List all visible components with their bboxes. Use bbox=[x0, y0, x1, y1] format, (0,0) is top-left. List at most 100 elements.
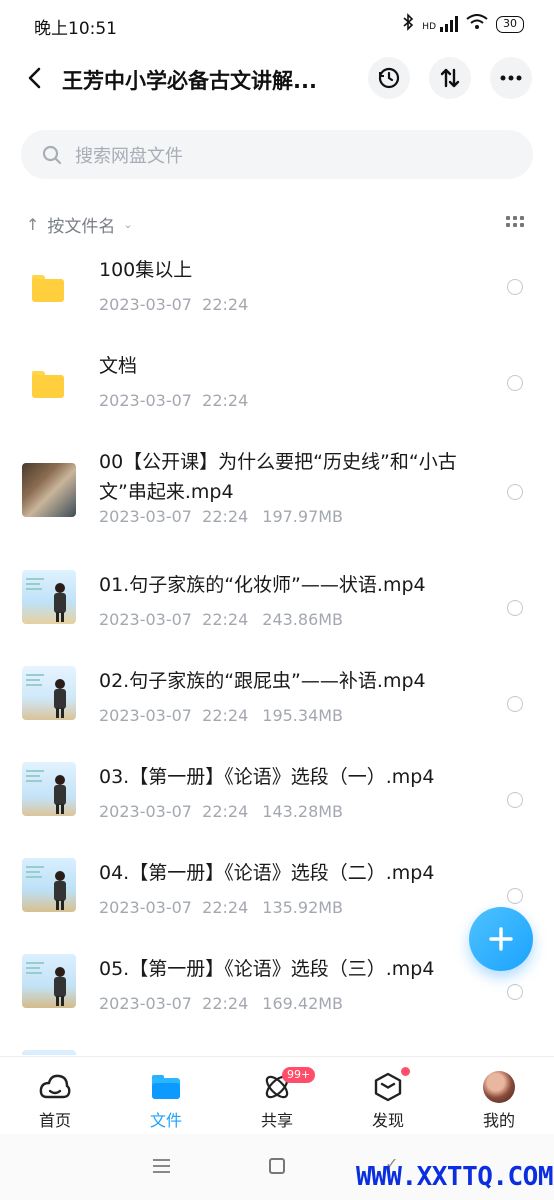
search-icon bbox=[41, 144, 63, 166]
header: 王芳中小学必备古文讲解... bbox=[0, 50, 554, 110]
file-meta: 2023-03-07 22:24 243.86MB bbox=[99, 610, 343, 629]
select-radio[interactable] bbox=[507, 279, 523, 295]
history-icon bbox=[378, 67, 400, 89]
atom-share-icon: 99+ bbox=[232, 1067, 322, 1103]
file-name: 文档 bbox=[99, 355, 138, 377]
search-input[interactable]: 搜索网盘文件 bbox=[21, 130, 533, 179]
tab-home-label: 首页 bbox=[38, 1111, 71, 1130]
sort-by-name-button[interactable]: 按文件名 bbox=[47, 212, 115, 237]
search-placeholder: 搜索网盘文件 bbox=[75, 145, 183, 167]
cloud-home-icon bbox=[10, 1071, 100, 1103]
tab-me-label: 我的 bbox=[482, 1111, 515, 1130]
file-meta: 2023-03-07 22:24 195.34MB bbox=[99, 706, 343, 725]
signal-icon: HD bbox=[422, 16, 458, 32]
file-row[interactable]: 05.【第一册】《论语》选段（三）.mp4 2023-03-07 22:24 169… bbox=[0, 946, 554, 1042]
menu-icon[interactable] bbox=[153, 1159, 170, 1177]
file-meta: 2023-03-07 22:24 169.42MB bbox=[99, 994, 343, 1013]
file-meta: 2023-03-07 22:24 135.92MB bbox=[99, 898, 343, 917]
battery-icon: 30 bbox=[496, 15, 524, 33]
tab-discover[interactable]: 发现 bbox=[343, 1067, 433, 1131]
back-button[interactable] bbox=[20, 64, 48, 92]
file-name: 02.句子家族的“跟屁虫”——补语.mp4 bbox=[99, 670, 426, 692]
avatar bbox=[483, 1071, 515, 1103]
more-button[interactable] bbox=[490, 57, 532, 99]
file-meta: 2023-03-07 22:24 197.97MB bbox=[99, 507, 343, 526]
video-thumbnail bbox=[22, 954, 76, 1008]
select-radio[interactable] bbox=[507, 375, 523, 391]
file-row[interactable]: 00【公开课】为什么要把“历史线”和“小古文”串起来.mp4 2023-03-07… bbox=[0, 437, 554, 562]
file-date: 2023-03-07 22:24 bbox=[99, 802, 249, 821]
file-meta: 2023-03-07 22:24 bbox=[99, 391, 248, 410]
bluetooth-icon bbox=[402, 13, 414, 35]
folder-icon bbox=[32, 371, 64, 398]
file-name: 100集以上 bbox=[99, 259, 193, 281]
select-radio[interactable] bbox=[507, 792, 523, 808]
add-button[interactable] bbox=[469, 907, 533, 971]
file-name: 04.【第一册】《论语》选段（二）.mp4 bbox=[99, 862, 435, 884]
tab-share[interactable]: 99+ 共享 bbox=[232, 1067, 322, 1131]
file-row[interactable]: 06.【第一册】《论语》选段（四）.mp4 bbox=[0, 1042, 554, 1055]
file-date: 2023-03-07 22:24 bbox=[99, 610, 249, 629]
file-name: 01.句子家族的“化妆师”——状语.mp4 bbox=[99, 574, 426, 596]
tab-files-label: 文件 bbox=[149, 1111, 182, 1130]
file-date: 2023-03-07 22:24 bbox=[99, 391, 249, 410]
signal-hd-label: HD bbox=[422, 22, 436, 32]
video-thumbnail bbox=[22, 666, 76, 720]
status-icons: HD 30 bbox=[402, 13, 524, 35]
select-radio[interactable] bbox=[507, 600, 523, 616]
chevron-left-icon bbox=[28, 67, 41, 89]
select-radio[interactable] bbox=[507, 484, 523, 500]
status-bar: 晚上10:51 HD 30 bbox=[0, 0, 554, 50]
folder-icon bbox=[32, 275, 64, 302]
video-thumbnail bbox=[22, 858, 76, 912]
more-icon bbox=[500, 75, 522, 81]
file-date: 2023-03-07 22:24 bbox=[99, 994, 249, 1013]
wifi-icon bbox=[466, 14, 488, 34]
file-date: 2023-03-07 22:24 bbox=[99, 295, 249, 314]
chevron-down-icon[interactable]: ⌄ bbox=[123, 218, 132, 231]
file-name: 05.【第一册】《论语》选段（三）.mp4 bbox=[99, 958, 435, 980]
file-size: 169.42MB bbox=[262, 994, 344, 1013]
select-radio[interactable] bbox=[507, 696, 523, 712]
file-row[interactable]: 01.句子家族的“化妆师”——状语.mp4 2023-03-07 22:24 243… bbox=[0, 562, 554, 658]
plus-icon bbox=[489, 927, 513, 951]
file-name: 00【公开课】为什么要把“历史线”和“小古文”串起来.mp4 bbox=[99, 451, 457, 503]
tab-home[interactable]: 首页 bbox=[10, 1071, 100, 1131]
history-button[interactable] bbox=[368, 57, 410, 99]
status-time: 晚上10:51 bbox=[34, 19, 117, 39]
file-meta: 2023-03-07 22:24 bbox=[99, 295, 248, 314]
tab-files[interactable]: 文件 bbox=[121, 1071, 211, 1131]
video-thumbnail bbox=[22, 570, 76, 624]
folder-row[interactable]: 100集以上 2023-03-07 22:24 bbox=[0, 245, 554, 341]
select-radio[interactable] bbox=[507, 888, 523, 904]
tab-me[interactable]: 我的 bbox=[454, 1071, 544, 1131]
sort-order-button[interactable] bbox=[429, 57, 471, 99]
cube-discover-icon bbox=[343, 1067, 433, 1103]
folder-row[interactable]: 文档 2023-03-07 22:24 bbox=[0, 341, 554, 437]
file-name: 06.【第一册】《论语》选段（四）.mp4 bbox=[99, 1050, 479, 1055]
video-thumbnail bbox=[22, 762, 76, 816]
tab-discover-label: 发现 bbox=[371, 1111, 404, 1130]
file-size: 135.92MB bbox=[262, 898, 344, 917]
file-size: 195.34MB bbox=[262, 706, 344, 725]
bottom-tab-bar: 首页 文件 99+ 共享 发现 我的 bbox=[0, 1056, 554, 1134]
file-row[interactable]: 02.句子家族的“跟屁虫”——补语.mp4 2023-03-07 22:24 195… bbox=[0, 658, 554, 754]
sort-bar: ↑ 按文件名 ⌄ bbox=[26, 210, 528, 238]
share-badge: 99+ bbox=[282, 1067, 316, 1083]
folder-icon bbox=[121, 1071, 211, 1103]
grid-view-icon[interactable] bbox=[506, 216, 524, 230]
watermark: WWW.XXTTQ.COM bbox=[356, 1162, 554, 1192]
video-thumbnail bbox=[22, 463, 76, 517]
select-radio[interactable] bbox=[507, 984, 523, 1000]
file-size: 197.97MB bbox=[262, 507, 344, 526]
file-date: 2023-03-07 22:24 bbox=[99, 706, 249, 725]
file-date: 2023-03-07 22:24 bbox=[99, 898, 249, 917]
discover-dot bbox=[401, 1067, 410, 1076]
arrow-up-icon: ↑ bbox=[26, 214, 40, 234]
page-title: 王芳中小学必备古文讲解... bbox=[62, 69, 317, 93]
file-size: 143.28MB bbox=[262, 802, 344, 821]
file-meta: 2023-03-07 22:24 143.28MB bbox=[99, 802, 343, 821]
file-row[interactable]: 03.【第一册】《论语》选段（一）.mp4 2023-03-07 22:24 143… bbox=[0, 754, 554, 850]
home-icon[interactable] bbox=[269, 1158, 285, 1174]
swap-vertical-icon bbox=[440, 68, 460, 88]
